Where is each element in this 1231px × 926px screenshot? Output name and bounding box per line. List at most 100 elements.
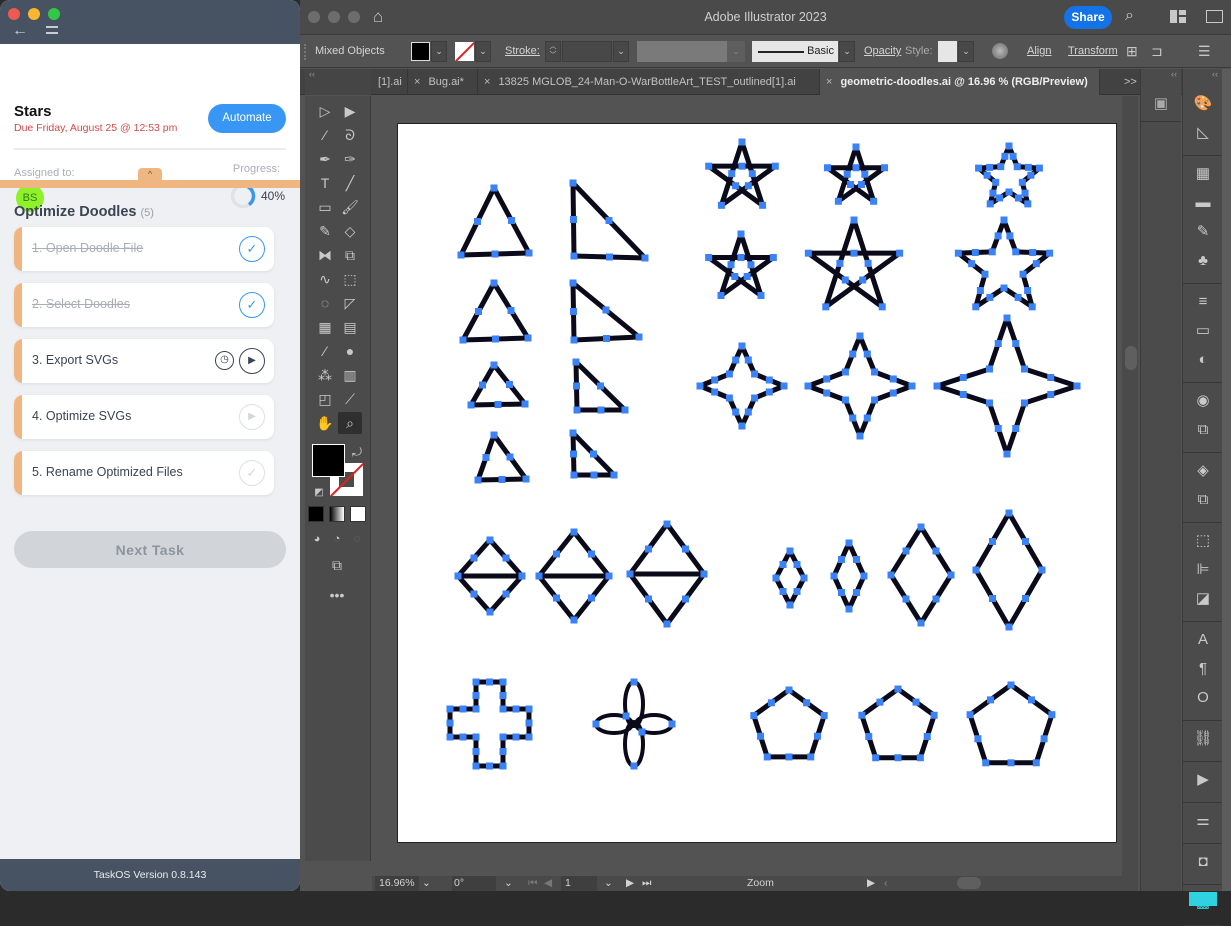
anchor-point[interactable] [459,705,467,713]
anchor-point[interactable] [1027,696,1035,704]
anchor-point[interactable] [807,753,815,761]
anchor-point[interactable] [836,259,844,267]
color-panel-icon[interactable]: 🎨 [1189,93,1217,115]
anchor-point[interactable] [553,594,560,602]
step-item[interactable]: 2. Select Doodles ✓ [14,283,274,327]
anchor-point[interactable] [780,382,788,390]
anchor-point[interactable] [849,414,857,422]
anchor-point[interactable] [959,391,967,398]
search-icon[interactable]: ⌕ [1125,7,1134,25]
zoom-dropdown[interactable]: ⌄ [422,876,431,891]
anchor-point[interactable] [986,365,993,373]
share-button[interactable]: Share [1064,6,1112,29]
graphic-style-swatch[interactable] [938,41,957,62]
anchor-point[interactable] [823,389,831,397]
anchor-point[interactable] [974,735,982,743]
anchor-point[interactable] [638,728,646,736]
anchor-point[interactable] [772,574,780,582]
anchor-point[interactable] [522,475,530,483]
anchor-point[interactable] [590,450,597,458]
anchor-point[interactable] [822,303,830,311]
paragraph-panel-icon[interactable]: ¶ [1189,658,1217,680]
anchor-point[interactable] [889,389,897,397]
opentype-panel-icon[interactable]: O [1189,687,1217,709]
anchor-point[interactable] [525,705,533,713]
anchor-point[interactable] [1024,163,1032,171]
close-window-button[interactable] [8,8,20,20]
anchor-point[interactable] [570,471,578,479]
diamond-doodle[interactable] [772,547,808,609]
anchor-point[interactable] [779,588,787,595]
shape-builder-tool-icon[interactable]: ◌ [313,292,337,314]
anchor-point[interactable] [1029,248,1037,256]
anchor-point[interactable] [682,545,689,553]
anchor-point[interactable] [823,375,831,383]
anchor-point[interactable] [621,406,629,414]
clock-icon[interactable]: ◷ [215,351,234,370]
pentagram-doodle[interactable] [705,230,777,300]
anchor-point[interactable] [573,406,581,414]
anchor-point[interactable] [732,356,740,364]
anchor-point[interactable] [738,342,746,350]
fill-dropdown[interactable]: ⌄ [431,41,447,62]
anchor-point[interactable] [743,273,751,280]
anchor-point[interactable] [573,382,580,390]
anchor-point[interactable] [645,595,652,603]
anchor-point[interactable] [859,276,867,284]
anchor-point[interactable] [853,589,860,596]
anchor-point[interactable] [1003,450,1011,458]
triangle-doodle[interactable] [467,361,529,409]
anchor-point[interactable] [498,476,506,483]
anchor-point[interactable] [983,171,991,179]
anchor-point[interactable] [1047,391,1055,398]
anchor-point[interactable] [605,572,613,580]
anchor-point[interactable] [1005,623,1013,631]
anchor-point[interactable] [1005,142,1013,150]
four-point-star-doodle[interactable] [804,332,916,440]
anchor-point[interactable] [932,547,940,555]
diamond-doodle[interactable] [830,539,868,613]
panels-toggle-icon[interactable] [1206,10,1223,23]
artwork[interactable] [398,124,1118,844]
anchor-point[interactable] [992,178,1000,186]
zoom-level-field[interactable]: 16.96% [375,876,419,891]
transform-panel-icon[interactable]: ⬚ [1189,530,1217,552]
anchor-point[interactable] [849,350,857,358]
anchor-point[interactable] [700,570,708,578]
swap-fill-stroke-icon[interactable]: ⤾ [345,441,369,463]
star-doodle[interactable] [975,142,1043,208]
first-artboard-button[interactable]: ⏮ [528,876,537,891]
anchor-point[interactable] [711,376,719,384]
layers-panel-icon[interactable]: ◈ [1189,460,1217,482]
recolor-artwork-icon[interactable] [992,43,1008,59]
align-panel-icon[interactable]: ⊫ [1189,559,1217,581]
anchor-point[interactable] [490,361,498,369]
color-guide-panel-icon[interactable]: ◺ [1189,122,1217,144]
cc-libraries-icon[interactable]: ▣ [1147,93,1175,115]
anchor-point[interactable] [841,396,849,404]
blend-tool-icon[interactable]: ● [338,340,362,362]
anchor-point[interactable] [717,201,725,209]
variable-width-profile[interactable] [637,41,727,62]
anchor-point[interactable] [705,162,713,170]
doc-tab[interactable]: [1].ai [372,69,408,95]
anchor-point[interactable] [525,249,533,257]
anchor-point[interactable] [986,293,994,301]
anchor-point[interactable] [446,705,454,713]
anchor-point[interactable] [486,678,493,686]
transparency-panel-icon[interactable]: ◐ [1189,349,1217,371]
anchor-point[interactable] [525,719,533,727]
doc-tab[interactable]: × 13825 MGLOB_24-Man-O-WarBottleArt_TEST_… [478,69,820,95]
anchor-point[interactable] [1024,287,1032,295]
anchor-point[interactable] [887,571,895,579]
prev-artboard-button[interactable]: ◀ [544,876,552,891]
eraser-tool-icon[interactable]: ◇ [338,220,362,242]
stroke-color-dropdown[interactable]: ⌄ [475,41,491,62]
asset-export-panel-icon[interactable]: ◘ [1189,851,1217,873]
triangle-doodle[interactable] [457,184,533,259]
anchor-point[interactable] [457,251,465,259]
play-icon[interactable]: ▶ [239,348,265,374]
anchor-point[interactable] [472,748,480,755]
paintbrush-tool-icon[interactable]: 🖌 [338,196,362,218]
anchor-point[interactable] [459,733,467,741]
